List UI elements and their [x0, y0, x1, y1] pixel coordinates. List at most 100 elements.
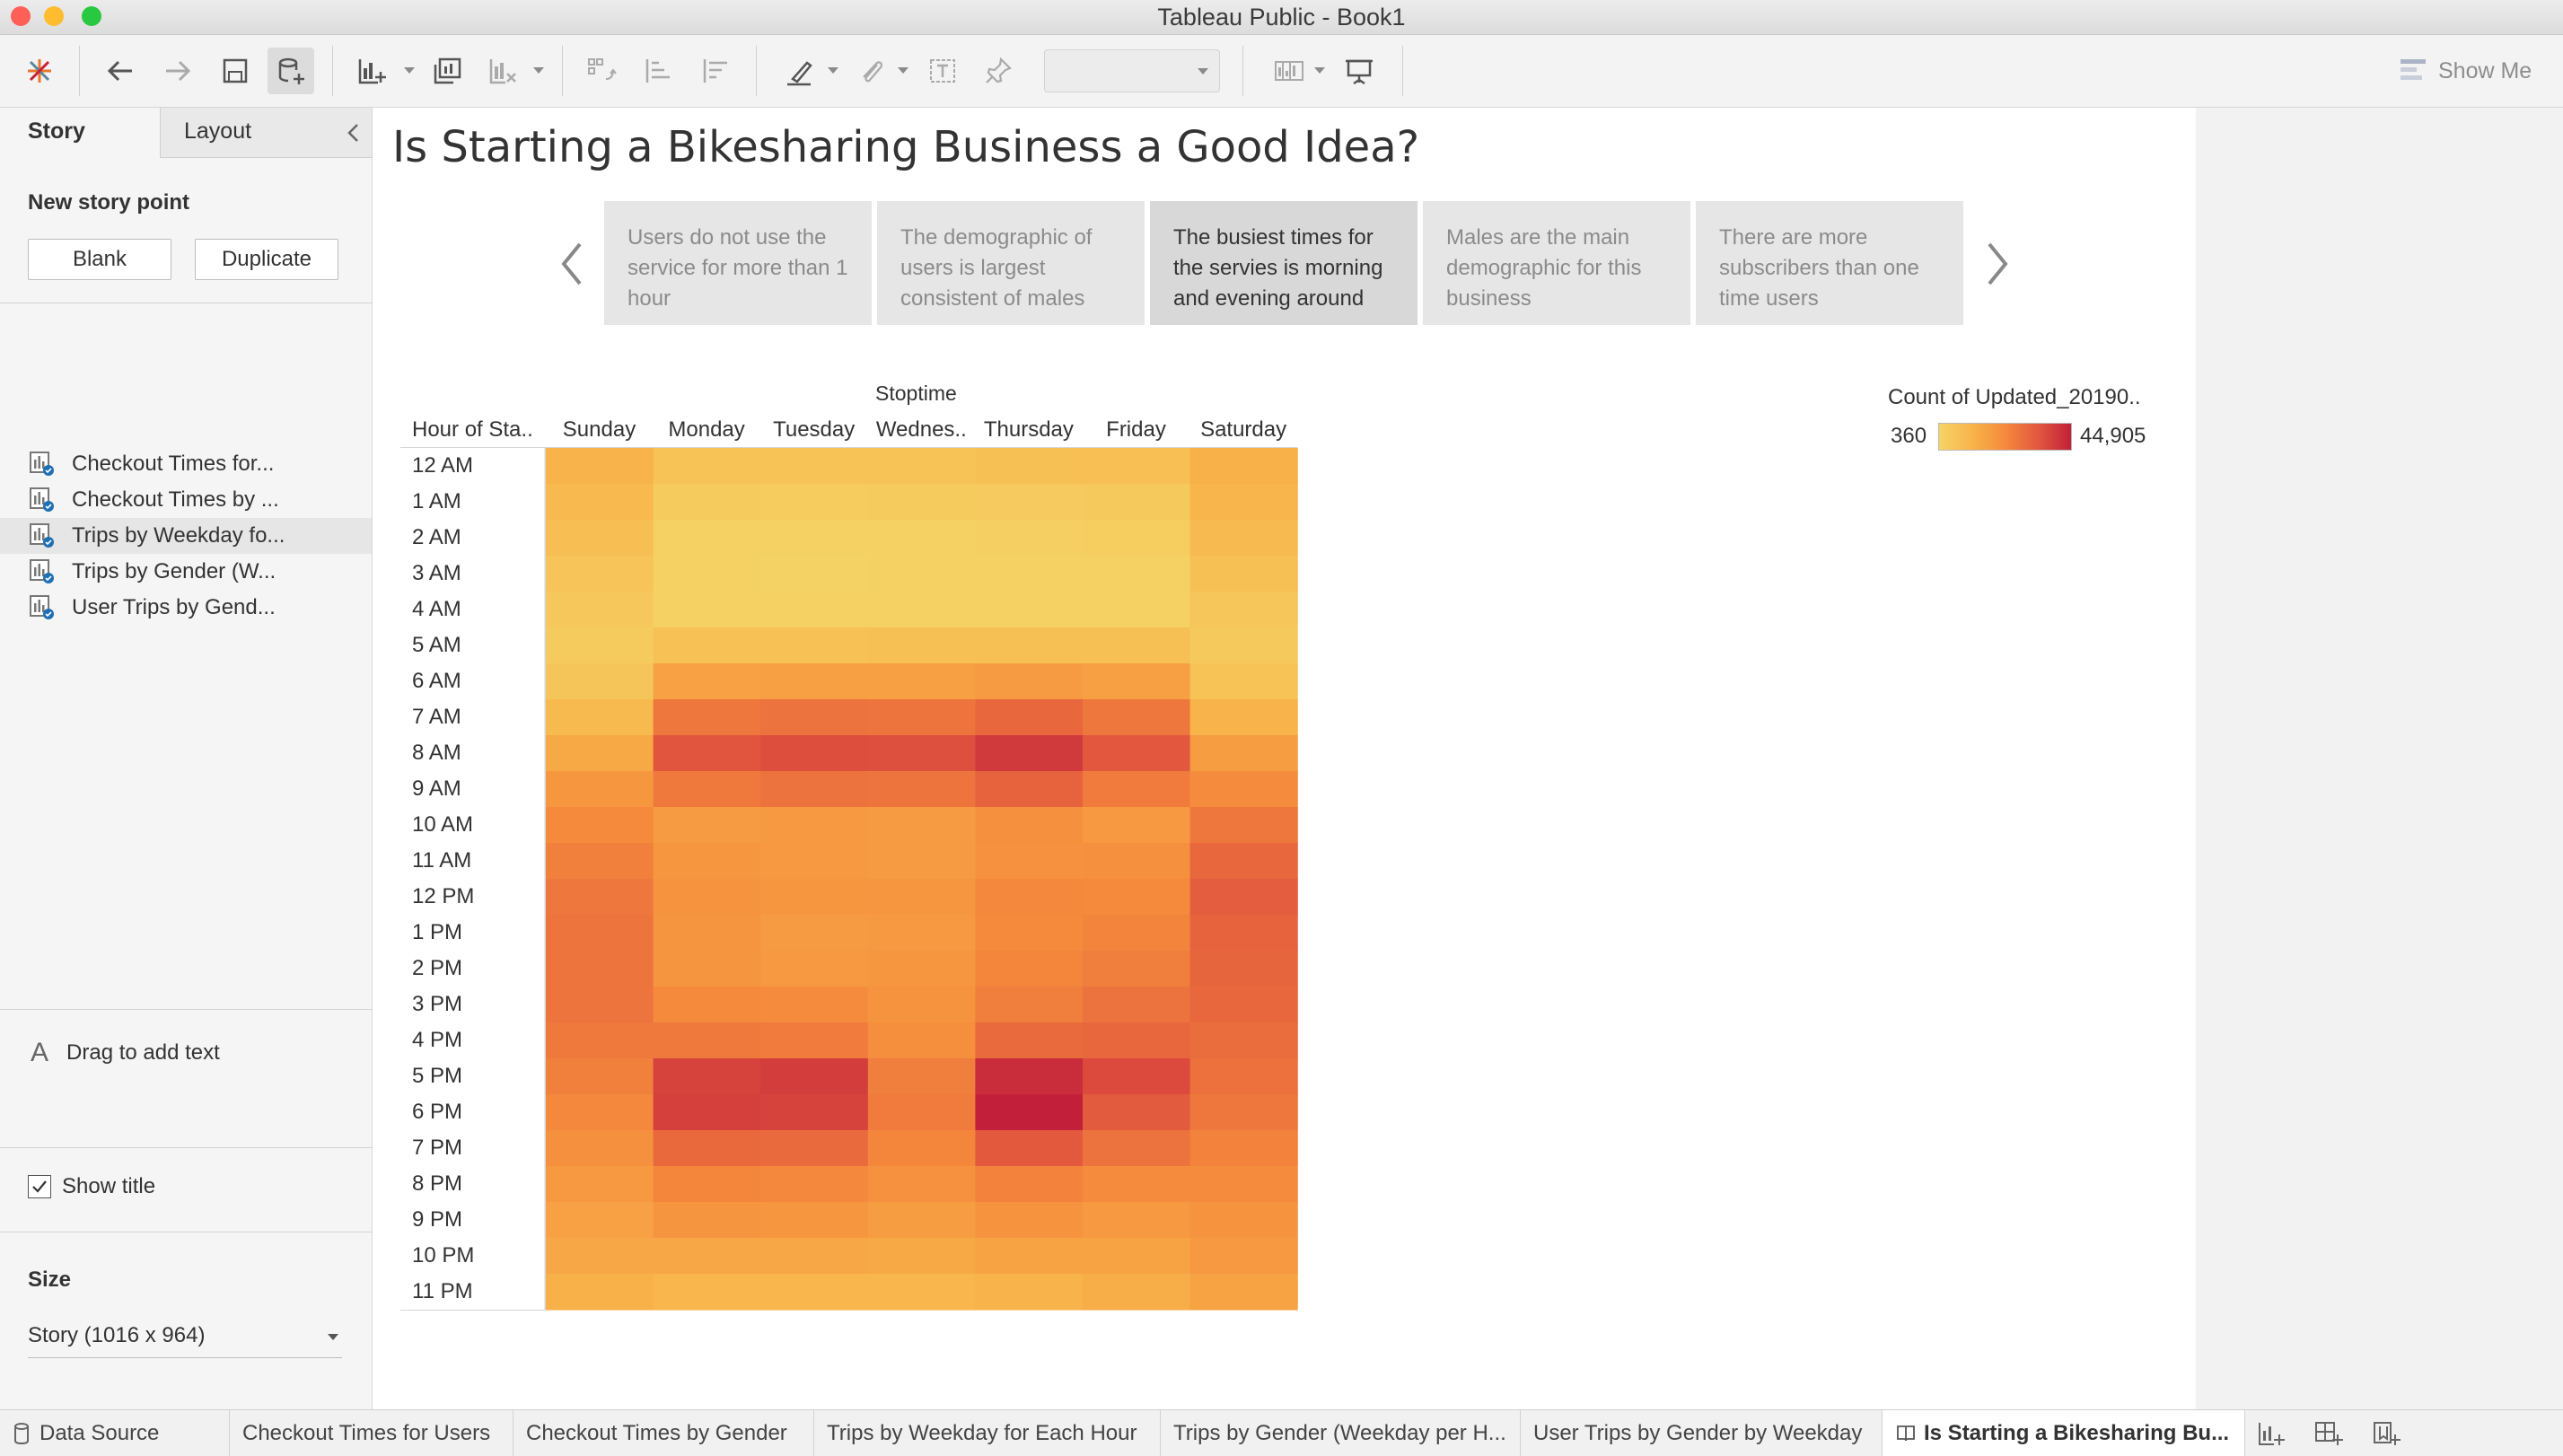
heatmap-cell[interactable]	[546, 843, 654, 880]
heatmap-cell[interactable]	[867, 987, 976, 1023]
heatmap-cell[interactable]	[760, 771, 869, 808]
heatmap-cell[interactable]	[653, 448, 761, 485]
heatmap-cell[interactable]	[975, 1274, 1084, 1311]
heatmap-cell[interactable]	[653, 987, 761, 1023]
heatmap-cell[interactable]	[653, 663, 761, 700]
sheet-tab[interactable]: Trips by Weekday for Each Hour	[814, 1410, 1161, 1456]
column-header[interactable]: Saturday	[1190, 417, 1297, 443]
heatmap-cell[interactable]	[546, 1274, 654, 1311]
heatmap-cell[interactable]	[1083, 520, 1191, 557]
heatmap-cell[interactable]	[1083, 951, 1191, 987]
heatmap-cell[interactable]	[975, 448, 1084, 485]
new-worksheet-icon[interactable]	[348, 48, 395, 94]
sheet-tab[interactable]: Is Starting a Bikesharing Bu...	[1883, 1410, 2245, 1456]
blank-story-point-button[interactable]: Blank	[28, 239, 171, 280]
heatmap-cell[interactable]	[1083, 448, 1191, 485]
heatmap-cell[interactable]	[1083, 1130, 1191, 1167]
heatmap-cell[interactable]	[1083, 987, 1191, 1023]
heatmap-cell[interactable]	[653, 951, 761, 987]
story-point-caption[interactable]: There are more subscribers than one time…	[1696, 201, 1963, 325]
swap-rows-columns-icon[interactable]	[578, 48, 625, 94]
heatmap-cell[interactable]	[1189, 1274, 1298, 1311]
heatmap-cell[interactable]	[546, 699, 654, 736]
heatmap-cell[interactable]	[653, 1094, 761, 1131]
heatmap-cell[interactable]	[975, 663, 1084, 700]
story-point-item[interactable]: Trips by Gender (W...	[0, 554, 372, 590]
heatmap-cell[interactable]	[653, 556, 761, 592]
story-point-item[interactable]: User Trips by Gend...	[0, 590, 372, 626]
show-cards-icon[interactable]	[1266, 48, 1312, 94]
heatmap-cell[interactable]	[867, 1094, 976, 1131]
forward-icon[interactable]	[154, 48, 201, 94]
heatmap-cell[interactable]	[760, 520, 869, 557]
clear-sheet-icon[interactable]	[479, 48, 526, 94]
heatmap-cell[interactable]	[653, 915, 761, 952]
heatmap-cell[interactable]	[867, 1274, 976, 1311]
color-legend-ramp[interactable]	[1938, 423, 2072, 451]
heatmap-cell[interactable]	[1189, 915, 1298, 952]
heatmap-cell[interactable]	[867, 807, 976, 844]
story-point-caption[interactable]: Users do not use the service for more th…	[604, 201, 872, 325]
heatmap-cell[interactable]	[975, 1202, 1084, 1239]
story-point-caption[interactable]: The busiest times for the servies is mor…	[1150, 201, 1418, 325]
heatmap-cell[interactable]	[653, 1274, 761, 1311]
group-icon[interactable]	[847, 48, 894, 94]
heatmap-cell[interactable]	[760, 987, 869, 1023]
tab-story[interactable]: Story	[0, 108, 160, 158]
heatmap-cell[interactable]	[653, 1022, 761, 1059]
sheet-tab[interactable]: User Trips by Gender by Weekday	[1521, 1410, 1883, 1456]
heatmap-cell[interactable]	[1083, 1166, 1191, 1203]
duplicate-story-point-button[interactable]: Duplicate	[195, 239, 338, 280]
heatmap-cell[interactable]	[760, 1166, 869, 1203]
heatmap-cell[interactable]	[1083, 1202, 1191, 1239]
column-header[interactable]: Tuesday	[760, 417, 867, 443]
heatmap-cell[interactable]	[760, 592, 869, 628]
heatmap-cell[interactable]	[975, 1058, 1084, 1095]
heatmap-cell[interactable]	[1083, 843, 1191, 880]
heatmap-cell[interactable]	[1189, 663, 1298, 700]
heatmap-cell[interactable]	[1083, 1058, 1191, 1095]
heatmap-cell[interactable]	[975, 520, 1084, 557]
heatmap-cell[interactable]	[1083, 1274, 1191, 1311]
heatmap-cell[interactable]	[867, 1166, 976, 1203]
collapse-pane-icon[interactable]	[345, 122, 363, 144]
heatmap-cell[interactable]	[1083, 556, 1191, 592]
heatmap-cell[interactable]	[546, 771, 654, 808]
heatmap-cell[interactable]	[546, 915, 654, 952]
new-worksheet-icon[interactable]	[2255, 1418, 2286, 1449]
presentation-mode-icon[interactable]	[1336, 48, 1382, 94]
column-header[interactable]: Friday	[1083, 417, 1189, 443]
heatmap-cell[interactable]	[760, 1202, 869, 1239]
sort-descending-icon[interactable]	[693, 48, 740, 94]
heatmap-cell[interactable]	[975, 1130, 1084, 1167]
heatmap-cell[interactable]	[760, 699, 869, 736]
tab-data-source[interactable]: Data Source	[0, 1410, 230, 1456]
story-size-select[interactable]: Story (1016 x 964)	[28, 1318, 342, 1358]
heatmap-cell[interactable]	[975, 1238, 1084, 1275]
heatmap-cell[interactable]	[1083, 1094, 1191, 1131]
story-point-item[interactable]: Trips by Weekday fo...	[0, 518, 372, 554]
heatmap-cell[interactable]	[975, 807, 1084, 844]
heatmap-cell[interactable]	[653, 771, 761, 808]
save-icon[interactable]	[212, 48, 259, 94]
heatmap-cell[interactable]	[546, 1094, 654, 1131]
story-point-caption[interactable]: The demographic of users is largest cons…	[877, 201, 1145, 325]
new-dashboard-icon[interactable]	[2313, 1418, 2343, 1449]
heatmap-cell[interactable]	[867, 663, 976, 700]
heatmap-cell[interactable]	[546, 1130, 654, 1167]
heatmap-cell[interactable]	[546, 1202, 654, 1239]
new-data-source-icon[interactable]	[268, 48, 314, 94]
heatmap-cell[interactable]	[867, 1130, 976, 1167]
heatmap-cell[interactable]	[760, 1238, 869, 1275]
heatmap-cell[interactable]	[546, 484, 654, 521]
heatmap-cell[interactable]	[1083, 879, 1191, 916]
column-header[interactable]: Sunday	[546, 417, 653, 443]
heatmap-cell[interactable]	[975, 771, 1084, 808]
heatmap-cell[interactable]	[760, 627, 869, 664]
highlight-icon[interactable]	[776, 48, 822, 94]
heatmap-cell[interactable]	[867, 735, 976, 772]
heatmap-cell[interactable]	[975, 484, 1084, 521]
heatmap-cell[interactable]	[760, 1130, 869, 1167]
show-me-button[interactable]: Show Me	[2399, 55, 2532, 87]
sheet-tab[interactable]: Checkout Times for Users	[230, 1410, 513, 1456]
